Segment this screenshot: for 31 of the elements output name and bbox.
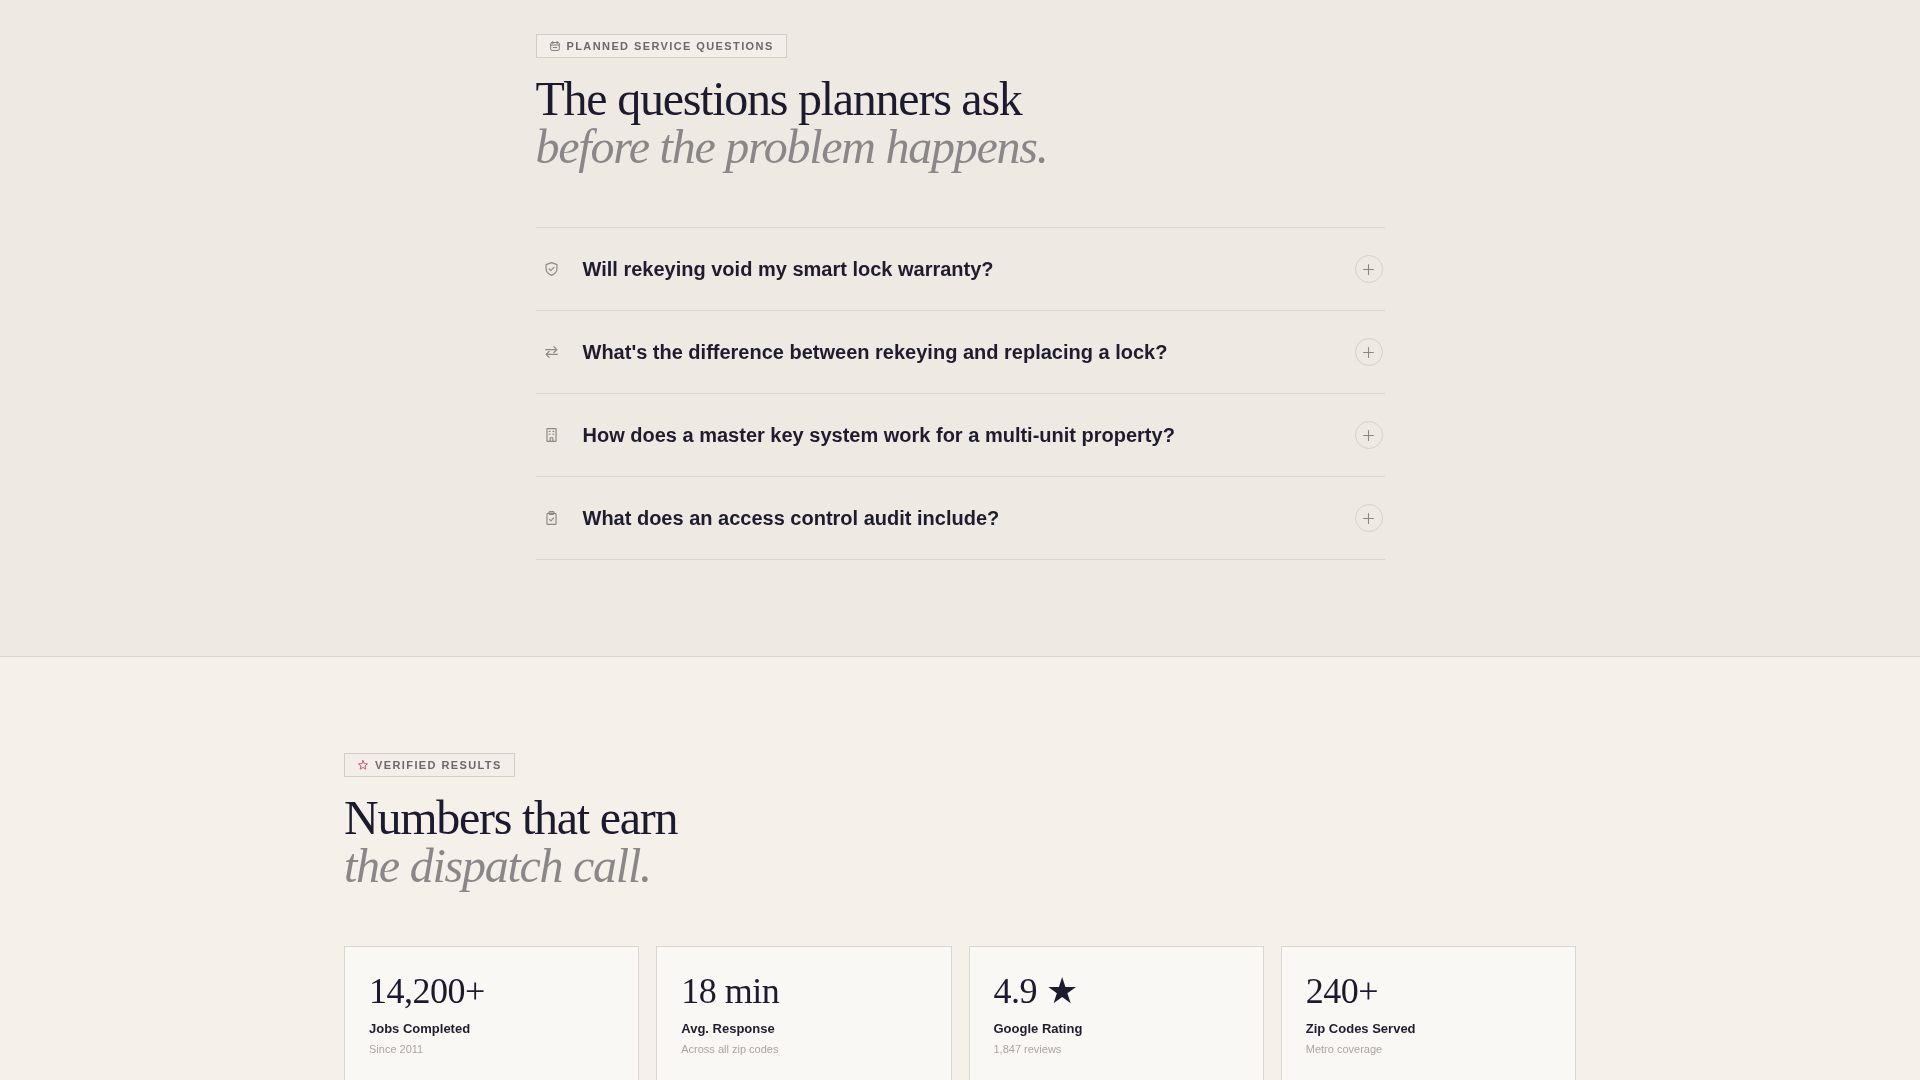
star-outline-icon <box>358 760 368 770</box>
section-heading: Numbers that earn <box>344 794 678 842</box>
stat-value: 18 min <box>681 971 781 1011</box>
stat-label: Google Rating <box>993 1021 1084 1037</box>
stat-label: Avg. Response <box>681 1021 776 1037</box>
building-icon <box>544 428 558 442</box>
shield-check-icon <box>544 262 558 276</box>
stat-note: 1,847 reviews <box>993 1042 1063 1056</box>
stat-note: Since 2011 <box>369 1042 425 1056</box>
stat-value: 240+ <box>1305 971 1380 1011</box>
tag-label: VERIFIED RESULTS <box>375 759 502 771</box>
stat-value: 14,200+ <box>369 971 486 1011</box>
plus-icon <box>1363 346 1374 358</box>
faq-question[interactable]: What does an access control audit include? <box>582 506 1355 530</box>
stat-label: Zip Codes Served <box>1305 1021 1417 1037</box>
plus-icon <box>1363 429 1374 441</box>
heading-accent: the dispatch call. <box>344 842 652 890</box>
calendar-icon <box>549 41 560 51</box>
tag-label: PLANNED SERVICE QUESTIONS <box>566 40 774 52</box>
faq-question[interactable]: How does a master key system work for a multi-unit property? <box>582 423 1355 447</box>
stat-note: Metro coverage <box>1305 1042 1384 1056</box>
faq-question[interactable]: What's the difference between rekeying and replacing a lock? <box>582 340 1355 364</box>
swap-arrows-icon <box>544 345 558 359</box>
stat-value: 4.9 ★ <box>993 971 1078 1011</box>
stat-note: Across all zip codes <box>681 1042 780 1056</box>
section-heading: The questions planners ask <box>535 75 1024 123</box>
clipboard-check-icon <box>544 511 558 525</box>
plus-icon <box>1363 263 1374 275</box>
faq-question[interactable]: Will rekeying void my smart lock warranty? <box>582 257 1355 281</box>
stat-label: Jobs Completed <box>369 1021 472 1037</box>
plus-icon <box>1363 512 1374 524</box>
